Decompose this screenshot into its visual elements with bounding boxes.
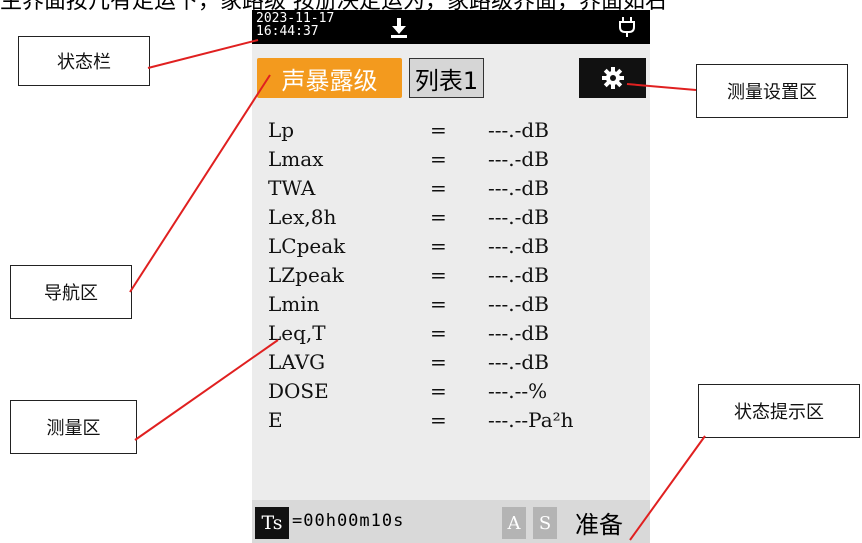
navigation-area: 声暴露级 列表1 (252, 44, 650, 108)
equals-sign: = (430, 408, 447, 432)
callout-status-hint: 状态提示区 (698, 384, 860, 438)
equals-sign: = (430, 350, 447, 374)
tab-list1[interactable]: 列表1 (409, 58, 484, 98)
a-indicator: A (502, 507, 526, 539)
gear-icon (601, 67, 624, 89)
measurement-label: DOSE (268, 379, 329, 403)
leader-line (147, 39, 259, 69)
measurement-value: ---.-dB (488, 176, 549, 200)
measurement-value: ---.-dB (488, 321, 549, 345)
measurement-row: TWA = ---.-dB (252, 176, 650, 206)
datetime: 2023-11-17 16:44:37 (256, 12, 334, 38)
status-hint-bar: Ts =00h00m10s A S 准备 (252, 500, 650, 543)
measurement-row: Lex,8h = ---.-dB (252, 205, 650, 235)
tab-sound-exposure[interactable]: 声暴露级 (257, 58, 402, 98)
measurement-label: Lex,8h (268, 205, 337, 229)
status-bar: 2023-11-17 16:44:37 (252, 10, 650, 44)
measurement-row: DOSE = ---.--% (252, 379, 650, 409)
measurement-row: Lmin = ---.-dB (252, 292, 650, 322)
plug-icon (619, 17, 635, 37)
measurement-value: ---.-dB (488, 147, 549, 171)
measurement-label: Leq,T (268, 321, 326, 345)
measurement-row: LCpeak = ---.-dB (252, 234, 650, 264)
callout-measurement: 测量区 (10, 400, 137, 454)
measurement-label: LCpeak (268, 234, 346, 258)
equals-sign: = (430, 118, 447, 142)
s-indicator: S (533, 507, 557, 539)
measurement-row: Leq,T = ---.-dB (252, 321, 650, 351)
callout-navigation: 导航区 (10, 265, 132, 319)
equals-sign: = (430, 379, 447, 403)
measurement-row: E = ---.--Pa²h (252, 408, 650, 438)
measurement-label: TWA (268, 176, 316, 200)
callout-settings: 测量设置区 (696, 64, 848, 118)
measurement-area: Lp = ---.-dB Lmax = ---.-dB TWA = ---.-d… (252, 110, 650, 500)
equals-sign: = (430, 321, 447, 345)
measurement-value: ---.-dB (488, 263, 549, 287)
measurement-value: ---.-dB (488, 205, 549, 229)
ts-value: =00h00m10s (292, 511, 405, 531)
measurement-label: Lmax (268, 147, 324, 171)
state-text: 准备 (575, 511, 623, 539)
equals-sign: = (430, 292, 447, 316)
measurement-row: LZpeak = ---.-dB (252, 263, 650, 293)
leader-line (129, 74, 271, 293)
measurement-value: ---.--Pa²h (488, 408, 574, 432)
measurement-value: ---.--% (488, 379, 548, 403)
measurement-row: LAVG = ---.-dB (252, 350, 650, 380)
measurement-label: LAVG (268, 350, 326, 374)
measurement-value: ---.-dB (488, 118, 549, 142)
measurement-value: ---.-dB (488, 292, 549, 316)
settings-button[interactable] (579, 58, 646, 98)
device-screen: 2023-11-17 16:44:37 声暴露级 列表1 Lp = ---.-d… (252, 10, 650, 543)
measurement-value: ---.-dB (488, 350, 549, 374)
callout-status-bar: 状态栏 (18, 36, 150, 86)
measurement-label: Lmin (268, 292, 320, 316)
equals-sign: = (430, 147, 447, 171)
measurement-value: ---.-dB (488, 234, 549, 258)
status-time: 16:44:37 (256, 24, 319, 39)
measurement-label: LZpeak (268, 263, 344, 287)
equals-sign: = (430, 205, 447, 229)
equals-sign: = (430, 263, 447, 287)
equals-sign: = (430, 176, 447, 200)
ts-label[interactable]: Ts (255, 507, 289, 539)
measurement-row: Lmax = ---.-dB (252, 147, 650, 177)
equals-sign: = (430, 234, 447, 258)
measurement-row: Lp = ---.-dB (252, 118, 650, 148)
measurement-label: E (268, 408, 283, 432)
download-icon (391, 18, 407, 38)
measurement-label: Lp (268, 118, 295, 142)
